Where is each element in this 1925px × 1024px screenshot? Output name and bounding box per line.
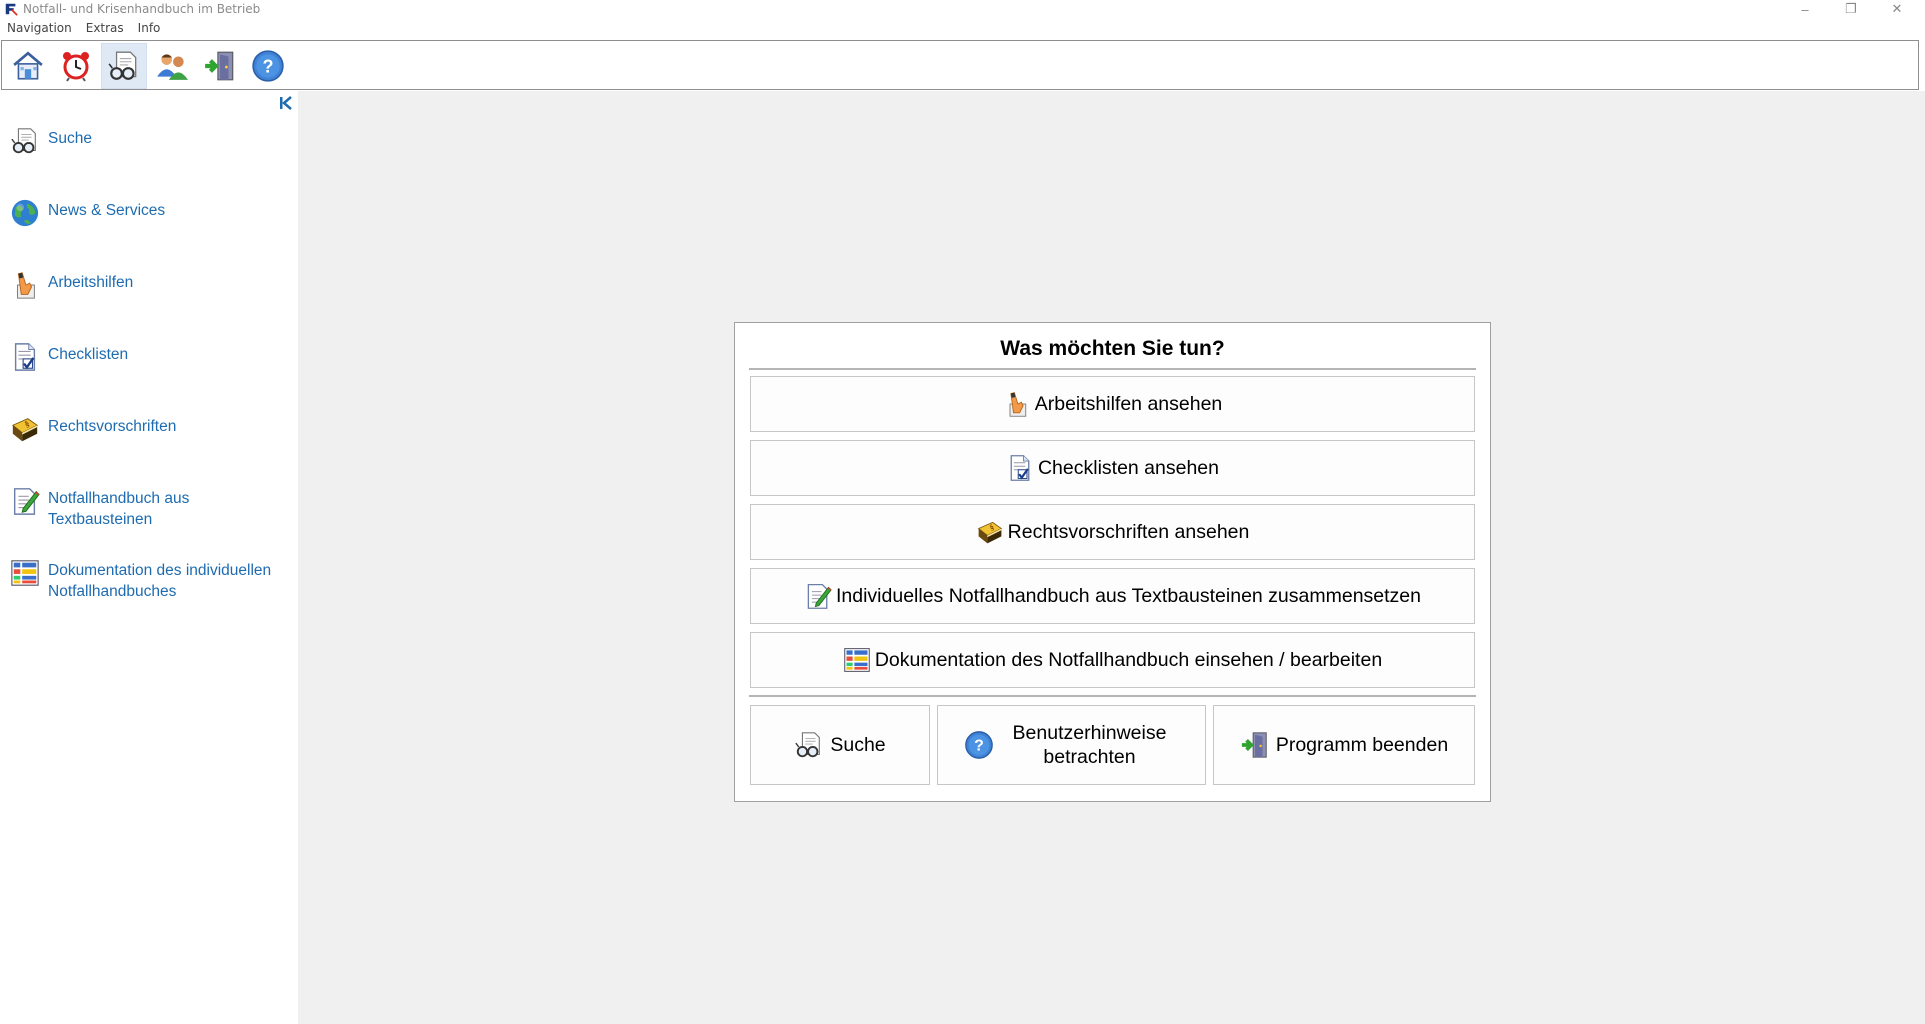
toolbar-exit-button[interactable] bbox=[197, 43, 243, 89]
notfallhandbuch-zusammensetzen-button[interactable]: Individuelles Notfallhandbuch aus Textba… bbox=[750, 568, 1475, 624]
edit-document-icon bbox=[10, 486, 40, 516]
button-label: Programm beenden bbox=[1275, 734, 1449, 756]
rechtsvorschriften-button[interactable]: Rechtsvorschriften ansehen bbox=[750, 504, 1475, 560]
app-logo-icon bbox=[4, 2, 18, 16]
sidebar-item-suche[interactable]: Suche bbox=[10, 126, 290, 156]
toolbar-home-button[interactable] bbox=[5, 43, 51, 89]
law-book-icon bbox=[976, 518, 1004, 546]
menu-extras[interactable]: Extras bbox=[79, 19, 131, 39]
hand-icon bbox=[10, 270, 40, 300]
sidebar-item-label: Suche bbox=[48, 130, 92, 147]
search-glasses-icon bbox=[107, 49, 141, 83]
sidebar: Suche News & Services Arbeitshilfen Chec… bbox=[0, 91, 298, 1024]
search-glasses-icon bbox=[794, 730, 824, 760]
checklist-icon bbox=[10, 342, 40, 372]
home-icon bbox=[11, 49, 45, 83]
help-icon bbox=[964, 730, 994, 760]
toolbar-alarm-button[interactable] bbox=[53, 43, 99, 89]
hand-icon bbox=[1003, 390, 1031, 418]
sidebar-item-dokumentation[interactable]: Dokumentation des individuellen Notfallh… bbox=[10, 558, 290, 602]
search-glasses-icon bbox=[10, 126, 40, 156]
sidebar-item-news[interactable]: News & Services bbox=[10, 198, 290, 228]
window-title: Notfall- und Krisenhandbuch im Betrieb bbox=[23, 2, 261, 16]
alarm-clock-icon bbox=[60, 50, 92, 82]
edit-document-icon bbox=[804, 582, 832, 610]
title-bar: Notfall- und Krisenhandbuch im Betrieb –… bbox=[0, 0, 1925, 18]
sidebar-item-checklisten[interactable]: Checklisten bbox=[10, 342, 290, 372]
suche-button[interactable]: Suche bbox=[750, 705, 930, 785]
toolbar-help-button[interactable] bbox=[245, 43, 291, 89]
checklist-icon bbox=[1006, 454, 1034, 482]
action-panel: Was möchten Sie tun? Arbeitshilfen anseh… bbox=[734, 322, 1491, 802]
dokumentation-button[interactable]: Dokumentation des Notfallhandbuch einseh… bbox=[750, 632, 1475, 688]
documentation-grid-icon bbox=[10, 558, 40, 588]
menu-info[interactable]: Info bbox=[131, 19, 168, 39]
button-label: Checklisten ansehen bbox=[1037, 456, 1220, 479]
exit-door-icon bbox=[203, 49, 237, 83]
arbeitshilfen-button[interactable]: Arbeitshilfen ansehen bbox=[750, 376, 1475, 432]
sidebar-item-label: Notfallhandbuch aus Textbausteinen bbox=[48, 490, 190, 528]
law-book-icon bbox=[10, 414, 40, 444]
sidebar-item-label: Dokumentation des individuellen Notfallh… bbox=[48, 562, 272, 600]
sidebar-item-notfallhandbuch[interactable]: Notfallhandbuch aus Textbausteinen bbox=[10, 486, 290, 530]
button-label: Dokumentation des Notfallhandbuch einseh… bbox=[874, 648, 1383, 671]
sidebar-item-label: Arbeitshilfen bbox=[48, 274, 134, 291]
exit-door-icon bbox=[1240, 730, 1270, 760]
toolbar bbox=[1, 40, 1919, 90]
checklisten-button[interactable]: Checklisten ansehen bbox=[750, 440, 1475, 496]
divider bbox=[749, 368, 1476, 370]
button-label: Benutzerhinweise betrachten bbox=[1012, 722, 1167, 768]
button-label: Individuelles Notfallhandbuch aus Textba… bbox=[835, 584, 1421, 607]
globe-icon bbox=[10, 198, 40, 228]
sidebar-item-arbeitshilfen[interactable]: Arbeitshilfen bbox=[10, 270, 290, 300]
sidebar-item-label: Rechtsvorschriften bbox=[48, 418, 177, 435]
minimize-button[interactable]: – bbox=[1782, 0, 1828, 18]
collapse-sidebar-icon[interactable] bbox=[278, 95, 294, 111]
programm-beenden-button[interactable]: Programm beenden bbox=[1213, 705, 1475, 785]
button-label: Arbeitshilfen ansehen bbox=[1034, 392, 1223, 415]
button-label: Suche bbox=[830, 734, 886, 756]
panel-title: Was möchten Sie tun? bbox=[1000, 337, 1225, 360]
toolbar-users-button[interactable] bbox=[149, 43, 195, 89]
users-icon bbox=[155, 49, 189, 83]
menu-navigation[interactable]: Navigation bbox=[0, 19, 79, 39]
sidebar-item-label: Checklisten bbox=[48, 346, 129, 363]
close-button[interactable]: ✕ bbox=[1874, 0, 1920, 18]
toolbar-search-button[interactable] bbox=[101, 43, 147, 89]
documentation-grid-icon bbox=[843, 646, 871, 674]
benutzerhinweise-button[interactable]: Benutzerhinweise betrachten bbox=[937, 705, 1206, 785]
divider bbox=[749, 695, 1476, 697]
button-label: Rechtsvorschriften ansehen bbox=[1007, 520, 1250, 543]
menu-bar: Navigation Extras Info bbox=[0, 19, 167, 39]
sidebar-item-label: News & Services bbox=[48, 202, 166, 219]
help-icon bbox=[251, 49, 285, 83]
maximize-button[interactable]: ❐ bbox=[1828, 0, 1874, 18]
sidebar-item-rechtsvorschriften[interactable]: Rechtsvorschriften bbox=[10, 414, 290, 444]
